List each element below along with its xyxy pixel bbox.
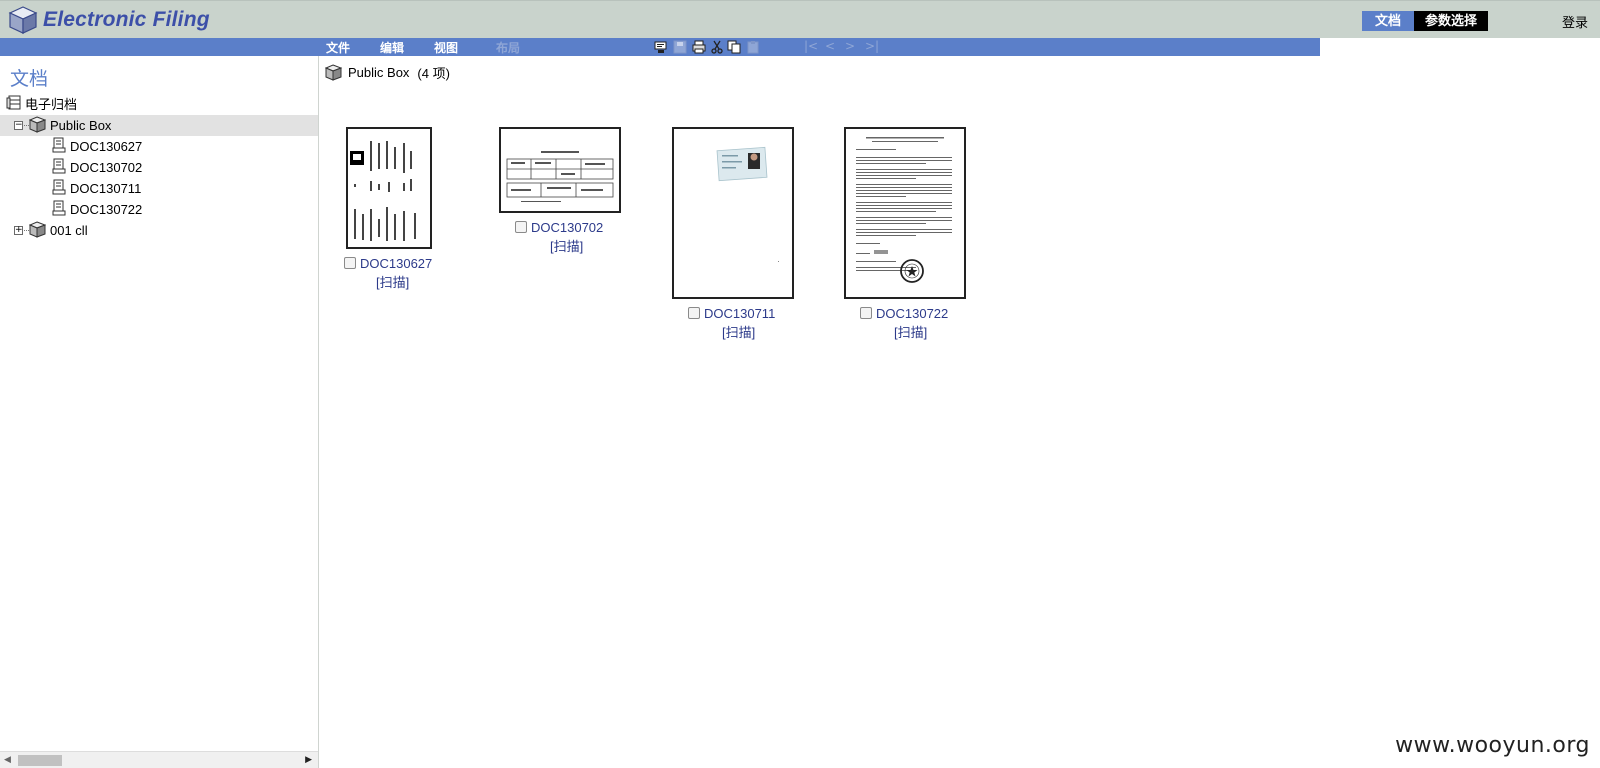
menu-edit[interactable]: 编辑 — [380, 39, 404, 56]
menu-toolbar: 文件 编辑 视图 布局 |< < > >| — [320, 38, 1320, 56]
document-item: DOC130711 — [688, 306, 775, 321]
scan-link[interactable]: [扫描] — [376, 272, 409, 291]
select-checkbox[interactable] — [344, 257, 356, 269]
document-link[interactable]: DOC130627 — [360, 256, 432, 271]
cut-icon[interactable] — [710, 40, 724, 54]
app-logo: Electronic Filing — [8, 5, 210, 35]
document-icon — [52, 137, 66, 153]
document-tree-panel: 文档 电子归档 − Public Box DOC130627 DOC130702… — [0, 56, 319, 768]
nav-last-button[interactable]: >| — [865, 39, 879, 53]
panel-title: 文档 — [10, 69, 49, 90]
tree-label-doc: DOC130702 — [70, 160, 143, 175]
app-title: Electronic Filing — [43, 8, 210, 31]
watermark: www.wooyun.org — [1395, 733, 1590, 758]
tree-item-root[interactable]: 电子归档 — [0, 94, 318, 115]
tree-label-doc: DOC130722 — [70, 202, 143, 217]
tree-item-doc[interactable]: DOC130702 — [0, 157, 318, 178]
menu-file[interactable]: 文件 — [326, 39, 350, 56]
document-icon — [52, 158, 66, 174]
login-link[interactable]: 登录 — [1562, 12, 1588, 31]
tree-label-root: 电子归档 — [25, 97, 78, 112]
scrollbar-thumb[interactable] — [18, 755, 62, 766]
thumbnail-preview — [350, 141, 416, 241]
nav-prev-button[interactable]: < — [825, 39, 835, 53]
tree-label-public-box: Public Box — [50, 118, 112, 133]
document-item: DOC130627 — [344, 256, 432, 271]
location-breadcrumb: Public Box (4 项) — [325, 62, 450, 82]
tree-label-001-cll: 001 cll — [50, 223, 88, 238]
scroll-left-icon[interactable]: ◀ — [4, 754, 11, 765]
save-icon[interactable] — [673, 40, 687, 54]
document-icon — [52, 200, 66, 216]
tree-label-doc: DOC130627 — [70, 139, 143, 154]
scan-link[interactable]: [扫描] — [722, 322, 755, 341]
app-header: Electronic Filing 文档 参数选择 登录 — [0, 0, 1600, 38]
document-item: DOC130702 — [515, 220, 603, 235]
document-thumbnail[interactable] — [346, 127, 432, 249]
folder-tree: 电子归档 − Public Box DOC130627 DOC130702 DO… — [0, 94, 318, 241]
menu-view[interactable]: 视图 — [434, 39, 458, 56]
scroll-right-icon[interactable]: ▶ — [305, 754, 312, 765]
box-icon — [29, 221, 46, 238]
nav-next-button[interactable]: > — [845, 39, 855, 53]
nav-first-button[interactable]: |< — [804, 39, 818, 53]
menu-layout[interactable]: 布局 — [496, 39, 520, 56]
thumbnail-preview — [506, 151, 614, 202]
tree-item-doc[interactable]: DOC130722 — [0, 199, 318, 220]
scan-link[interactable]: [扫描] — [894, 322, 927, 341]
select-checkbox[interactable] — [860, 307, 872, 319]
tree-item-001-cll[interactable]: + 001 cll — [0, 220, 318, 241]
select-checkbox[interactable] — [515, 221, 527, 233]
collapse-toggle-icon[interactable]: − — [14, 121, 23, 130]
document-icon — [52, 179, 66, 195]
document-thumbnail[interactable] — [499, 127, 621, 213]
top-tabs: 文档 参数选择 — [1362, 11, 1488, 31]
paste-icon[interactable] — [746, 40, 760, 54]
box-icon — [325, 63, 342, 81]
expand-toggle-icon[interactable]: + — [14, 226, 23, 235]
print-icon[interactable] — [692, 40, 706, 54]
sidebar-header-bar — [0, 38, 320, 56]
document-link[interactable]: DOC130722 — [876, 306, 948, 321]
document-link[interactable]: DOC130711 — [704, 306, 775, 321]
thumbnail-preview — [856, 137, 952, 283]
select-checkbox[interactable] — [688, 307, 700, 319]
document-link[interactable]: DOC130702 — [531, 220, 603, 235]
tree-item-public-box[interactable]: − Public Box — [0, 115, 318, 136]
scan-link[interactable]: [扫描] — [550, 236, 583, 255]
scan-icon[interactable] — [654, 40, 668, 54]
cabinet-icon — [6, 95, 21, 110]
tree-label-doc: DOC130711 — [70, 181, 142, 196]
item-count: (4 项) — [417, 65, 450, 81]
thumbnail-preview — [716, 146, 779, 262]
tree-item-doc[interactable]: DOC130627 — [0, 136, 318, 157]
document-thumbnail[interactable] — [844, 127, 966, 299]
cube-logo-icon — [8, 6, 38, 34]
tree-item-doc[interactable]: DOC130711 — [0, 178, 318, 199]
document-item: DOC130722 — [860, 306, 948, 321]
tab-preferences[interactable]: 参数选择 — [1414, 11, 1488, 31]
box-icon — [29, 116, 46, 133]
tab-documents[interactable]: 文档 — [1362, 11, 1414, 31]
copy-icon[interactable] — [727, 40, 741, 54]
location-name: Public Box — [348, 64, 410, 80]
horizontal-scrollbar[interactable]: ◀ ▶ — [0, 751, 318, 768]
document-thumbnail[interactable] — [672, 127, 794, 299]
